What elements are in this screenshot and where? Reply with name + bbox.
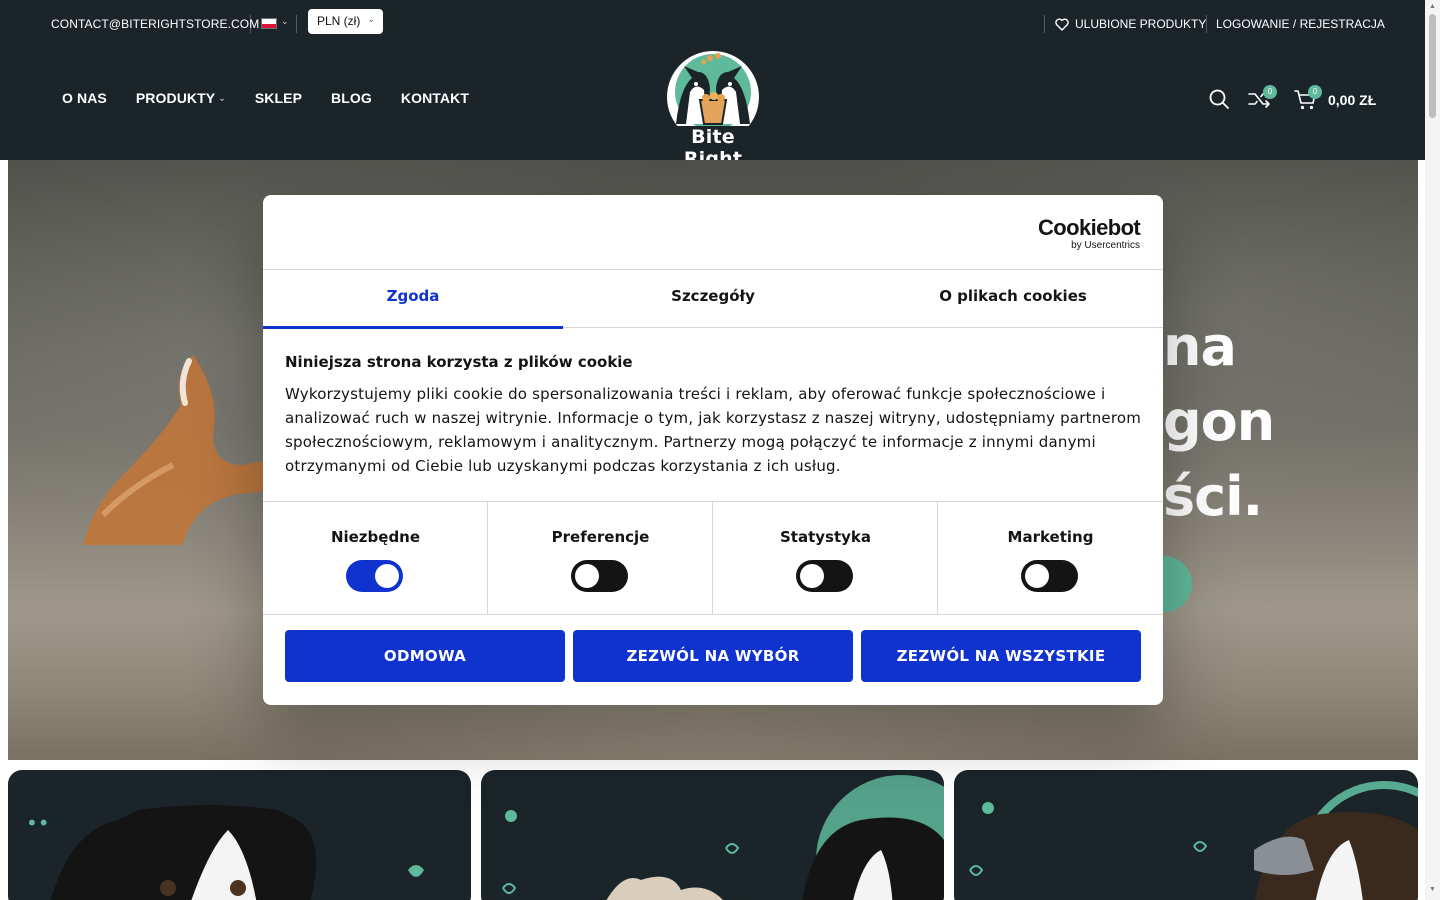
scroll-up-arrow-icon[interactable]: ▲ <box>1429 3 1436 10</box>
hero-headline-line-3: ści. <box>1163 465 1263 528</box>
nav-item-o-nas[interactable]: O NAS <box>62 90 107 106</box>
nav-item-kontakt[interactable]: KONTAKT <box>401 90 469 106</box>
wishlist-link[interactable]: ULUBIONE PRODUKTY <box>1055 17 1206 31</box>
login-register-link[interactable]: LOGOWANIE / REJESTRACJA <box>1216 17 1385 31</box>
category-label: Statystyka <box>779 528 872 546</box>
tab-o-plikach-cookies[interactable]: O plikach cookies <box>863 270 1163 328</box>
tab-zgoda[interactable]: Zgoda <box>263 270 563 329</box>
category-label: Preferencje <box>551 528 650 546</box>
category-marketing: Marketing <box>938 502 1163 614</box>
dog-photo-image <box>969 781 1418 900</box>
wishlist-label: ULUBIONE PRODUKTY <box>1075 17 1207 31</box>
category-preferencje: Preferencje <box>488 502 713 614</box>
dialog-header: Cookiebot by Usercentrics <box>263 195 1163 270</box>
dialog-body-text: Wykorzystujemy pliki cookie do spersonal… <box>285 385 1142 475</box>
currency-value: PLN (zł) <box>317 14 361 28</box>
scroll-down-arrow-icon[interactable]: ▼ <box>1429 886 1436 893</box>
toggle-statystyka[interactable] <box>796 560 853 592</box>
category-label: Marketing <box>1007 528 1094 546</box>
cookiebot-brand-sub: by Usercentrics <box>1071 240 1140 251</box>
nav-item-produkty[interactable]: PRODUKTY ⌄ <box>136 90 226 106</box>
compare-count-badge: 0 <box>1263 85 1277 99</box>
deny-button[interactable]: ODMOWA <box>285 630 565 682</box>
site-logo[interactable]: Bite Right <box>662 48 764 170</box>
consent-tabs: Zgoda Szczegóły O plikach cookies <box>263 270 1163 329</box>
language-flag-icon[interactable] <box>261 18 277 29</box>
scrollbar-thumb[interactable] <box>1429 14 1436 118</box>
allow-all-button[interactable]: ZEZWÓL NA WSZYSTKIE <box>861 630 1141 682</box>
site-header: CONTACT@BITERIGHTSTORE.COM ⌄ PLN (zł) ⌄ … <box>0 0 1425 170</box>
search-icon[interactable] <box>1208 88 1230 110</box>
category-card[interactable] <box>481 770 944 900</box>
category-card[interactable] <box>954 770 1418 900</box>
hero-headline-line-2: gon <box>1163 390 1275 453</box>
divider <box>1044 15 1045 33</box>
page-scrollbar[interactable]: ▲ ▼ <box>1425 0 1440 900</box>
chevron-down-icon: ⌄ <box>218 92 226 103</box>
currency-select[interactable]: PLN (zł) ⌄ <box>308 9 383 34</box>
toggle-knob <box>375 564 399 588</box>
divider <box>250 15 251 33</box>
dialog-title: Niniejsza strona korzysta z plików cooki… <box>285 353 633 371</box>
nav-item-sklep[interactable]: SKLEP <box>255 90 302 106</box>
toggle-knob <box>575 564 599 588</box>
category-label: Niezbędne <box>330 528 421 546</box>
heart-icon <box>1055 17 1069 31</box>
divider <box>1206 15 1207 33</box>
toggle-marketing[interactable] <box>1021 560 1078 592</box>
contact-email-link[interactable]: CONTACT@BITERIGHTSTORE.COM <box>51 17 259 31</box>
category-card[interactable]: •• <box>8 770 471 900</box>
top-bar: CONTACT@BITERIGHTSTORE.COM ⌄ PLN (zł) ⌄ … <box>0 0 1425 48</box>
consent-buttons: ODMOWA ZEZWÓL NA WYBÓR ZEZWÓL NA WSZYSTK… <box>285 630 1141 682</box>
consent-categories: Niezbędne Preferencje Statystyka Marketi… <box>263 501 1163 615</box>
cookiebot-brand: Cookiebot <box>1038 215 1141 240</box>
allow-selection-button[interactable]: ZEZWÓL NA WYBÓR <box>573 630 853 682</box>
category-niezbedne: Niezbędne <box>263 502 488 614</box>
cart-count-badge: 0 <box>1308 85 1322 99</box>
toggle-knob <box>1025 564 1049 588</box>
toggle-preferencje[interactable] <box>571 560 628 592</box>
dog-photo-image <box>502 775 944 900</box>
logo-dogs-icon <box>667 51 759 126</box>
hero-headline-line-1: na <box>1163 315 1237 378</box>
svg-text:••: •• <box>26 811 50 835</box>
cookie-consent-dialog: Cookiebot by Usercentrics Zgoda Szczegół… <box>263 195 1163 705</box>
tab-szczegoly[interactable]: Szczegóły <box>563 270 863 328</box>
divider <box>296 15 297 33</box>
chevron-down-icon: ⌄ <box>367 14 375 24</box>
cart-total[interactable]: 0,00 ZŁ <box>1328 92 1376 108</box>
nav-item-label: PRODUKTY <box>135 90 216 106</box>
category-statystyka: Statystyka <box>713 502 938 614</box>
main-nav: O NAS PRODUKTY ⌄ SKLEP BLOG KONTAKT <box>62 90 498 106</box>
dog-photo-image: •• <box>26 805 424 900</box>
nav-item-blog[interactable]: BLOG <box>331 90 372 106</box>
toggle-knob <box>800 564 824 588</box>
cookiebot-logo[interactable]: Cookiebot by Usercentrics <box>1038 215 1141 252</box>
toggle-niezbedne[interactable] <box>346 560 403 592</box>
chevron-down-icon: ⌄ <box>281 16 289 26</box>
